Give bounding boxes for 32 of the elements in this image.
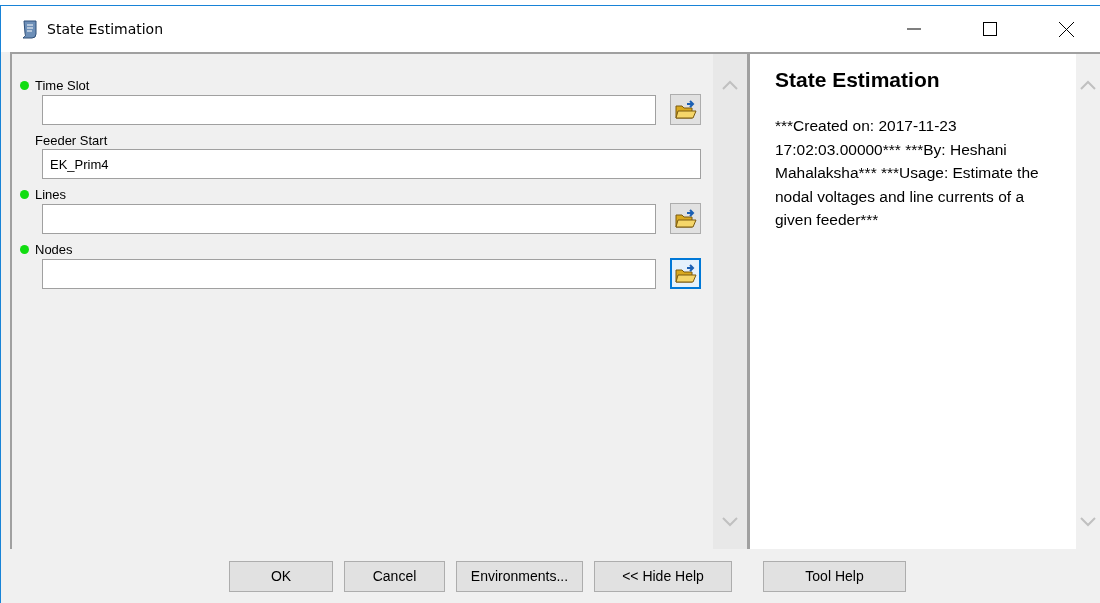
maximize-icon — [983, 22, 997, 36]
dialog-button[interactable]: Tool Help — [763, 560, 906, 592]
close-icon — [1058, 21, 1074, 37]
parameter-label: Nodes — [35, 241, 73, 257]
dialog-button[interactable]: Cancel — [344, 560, 445, 592]
scroll-icon — [21, 19, 39, 39]
scroll-up-icon[interactable] — [722, 80, 738, 90]
help-title: State Estimation — [775, 68, 941, 92]
help-text: ***Created on: 2017-11-23 17:02:03.00000*** ***By: Heshani Mahalaksha*** ***Usage: Estimate the nodal voltages and line currents of a given feeder*** — [775, 116, 1040, 230]
input-field[interactable]: EK_Prim4 — [42, 149, 701, 179]
scroll-up-icon[interactable] — [1080, 80, 1096, 90]
folder-icon — [674, 208, 697, 229]
scrollbar[interactable] — [713, 54, 747, 549]
dialog-button[interactable]: << Hide Help — [594, 560, 732, 592]
parameter-label: Time Slot — [35, 77, 90, 93]
window-title: State Estimation — [47, 21, 165, 37]
dialog-button[interactable]: Environments... — [456, 560, 583, 592]
folder-icon — [674, 263, 697, 284]
input-field[interactable] — [42, 258, 656, 289]
scroll-down-icon[interactable] — [1080, 517, 1096, 527]
parameter-label: Lines — [35, 186, 67, 202]
browse-button[interactable] — [670, 203, 701, 234]
input-field[interactable] — [42, 94, 656, 125]
folder-icon — [674, 99, 697, 120]
browse-button[interactable] — [670, 94, 701, 125]
dialog-button[interactable]: OK — [229, 560, 333, 592]
minimize-icon — [907, 28, 921, 30]
browse-button[interactable] — [670, 258, 701, 289]
scrollbar[interactable] — [1076, 54, 1100, 549]
parameter-label: Feeder Start — [35, 132, 108, 148]
scroll-down-icon[interactable] — [722, 517, 738, 527]
input-field[interactable] — [42, 203, 656, 234]
